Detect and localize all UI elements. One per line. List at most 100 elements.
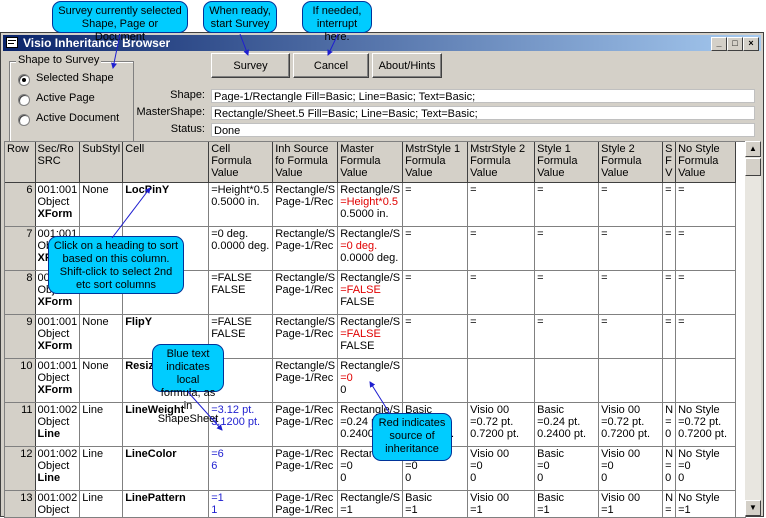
cell-line: FALSE	[211, 328, 270, 340]
grid-cell-ms1: =	[403, 271, 468, 315]
table-row[interactable]: 9001:001ObjectXFormNoneFlipY=FALSEFALSER…	[5, 315, 736, 359]
close-button[interactable]: ×	[743, 37, 759, 51]
cell-line: =	[665, 504, 673, 516]
table-row[interactable]: 10001:001ObjectXFormNoneResizRectangle/S…	[5, 359, 736, 403]
cell-line: =1	[537, 504, 596, 516]
cell-line: =	[665, 184, 673, 196]
cell-line: =	[601, 228, 660, 240]
cell-line: Basic	[405, 492, 465, 504]
grid-cell-s1: Basic=0.24 pt.0.2400 pt.	[535, 403, 599, 447]
grid-cell-inh: Rectangle/SPage-1/Rec	[273, 359, 338, 403]
grid-cell-inh: Page-1/RecPage-1/Rec	[273, 447, 338, 491]
grid-cell-cell: LocPinY	[123, 183, 209, 227]
grid-cell-cf: =FALSEFALSE	[209, 271, 273, 315]
table-row[interactable]: 12001:002ObjectLineLineLineColor=66Page-…	[5, 447, 736, 491]
inheritance-grid[interactable]: RowSec/Ro SRCSubStylCellCell Formula Val…	[4, 141, 746, 518]
minimize-button[interactable]: _	[711, 37, 727, 51]
cell-line: LocPinY	[125, 184, 206, 196]
group-label: Shape to Survey	[16, 54, 101, 66]
column-header[interactable]: Cell	[123, 142, 209, 183]
callout-click-heading: Click on a heading to sort based on this…	[48, 236, 184, 294]
grid-cell-s: =	[663, 315, 676, 359]
grid-cell-inh: Rectangle/SPage-1/Rec	[273, 183, 338, 227]
table-row[interactable]: 13001:002ObjectLineLineLinePattern=11Pag…	[5, 491, 736, 518]
grid-cell-s2: Visio 00=11	[599, 491, 663, 518]
maximize-button[interactable]: □	[727, 37, 743, 51]
column-header[interactable]: S F V	[663, 142, 676, 183]
row-number[interactable]: 8	[5, 271, 35, 315]
cell-line: 001:001	[38, 316, 78, 328]
grid-cell-cf: =Height*0.50.5000 in.	[209, 183, 273, 227]
cell-line: =	[601, 272, 660, 284]
cell-line	[678, 360, 733, 372]
grid-cell-src: 001:002ObjectLine	[35, 447, 80, 491]
column-header[interactable]: Sec/Ro SRC	[35, 142, 80, 183]
grid-cell-cf: =66	[209, 447, 273, 491]
grid-cell-sub: Line	[80, 491, 123, 518]
scroll-thumb[interactable]	[745, 158, 761, 176]
cell-line: =0	[601, 460, 660, 472]
grid-cell-ns: =	[676, 227, 736, 271]
cell-line: 1	[211, 504, 270, 516]
grid-cell-s1: Basic=00	[535, 447, 599, 491]
grid-cell-s2: =	[599, 271, 663, 315]
grid-cell-master: Rectangle/S=0 deg.0.0000 deg.	[338, 227, 403, 271]
grid-cell-ms1: =	[403, 227, 468, 271]
grid-cell-ms2	[468, 359, 535, 403]
column-header[interactable]: SubStyl	[80, 142, 123, 183]
column-header[interactable]: Inh Source fo Formula Value	[273, 142, 338, 183]
grid-cell-ns: =	[676, 315, 736, 359]
cell-line	[537, 360, 596, 372]
row-number[interactable]: 10	[5, 359, 35, 403]
column-header[interactable]: Style 2 Formula Value	[599, 142, 663, 183]
cell-line	[665, 360, 673, 372]
cell-line: =FALSE	[340, 284, 400, 296]
row-number[interactable]: 9	[5, 315, 35, 359]
survey-button[interactable]: Survey	[211, 53, 290, 78]
cell-line: =0	[470, 460, 532, 472]
radio-label: Selected Shape	[36, 72, 114, 84]
cell-line: =0.72 pt.	[601, 416, 660, 428]
cell-line: Rectangle/S	[340, 272, 400, 284]
cell-line: =	[470, 272, 532, 284]
cell-line: =	[470, 316, 532, 328]
cell-line: Rectangle/S	[340, 316, 400, 328]
cell-line: =	[601, 184, 660, 196]
row-number[interactable]: 12	[5, 447, 35, 491]
column-header[interactable]: Cell Formula Value	[209, 142, 273, 183]
scroll-down-icon[interactable]: ▼	[745, 500, 761, 516]
grid-cell-inh: Rectangle/SPage-1/Rec	[273, 271, 338, 315]
column-header[interactable]: MstrStyle 2 Formula Value	[468, 142, 535, 183]
table-row[interactable]: 11001:002ObjectLineLineLineWeight=3.12 p…	[5, 403, 736, 447]
table-row[interactable]: 6001:001ObjectXFormNoneLocPinY=Height*0.…	[5, 183, 736, 227]
about-hints-button[interactable]: About/Hints	[372, 53, 442, 78]
grid-cell-inh: Page-1/RecPage-1/Rec	[273, 403, 338, 447]
grid-cell-s: N=0	[663, 403, 676, 447]
vertical-scrollbar[interactable]: ▲ ▼	[745, 141, 761, 516]
cell-line: =	[665, 228, 673, 240]
row-number[interactable]: 13	[5, 491, 35, 518]
cell-line: =	[665, 416, 673, 428]
cell-line: 0	[340, 384, 400, 396]
row-number[interactable]: 6	[5, 183, 35, 227]
cell-line: N	[665, 448, 673, 460]
cell-line: 001:001	[38, 184, 78, 196]
cell-line: =3.12 pt.	[211, 404, 270, 416]
column-header[interactable]: MstrStyle 1 Formula Value	[403, 142, 468, 183]
column-header[interactable]: Style 1 Formula Value	[535, 142, 599, 183]
cell-line: =Height*0.5	[340, 196, 400, 208]
row-number[interactable]: 11	[5, 403, 35, 447]
column-header[interactable]: Row	[5, 142, 35, 183]
column-header[interactable]: No Style Formula Value	[676, 142, 736, 183]
cell-line: XForm	[38, 340, 78, 352]
column-header[interactable]: Master Formula Value	[338, 142, 403, 183]
scroll-up-icon[interactable]: ▲	[745, 141, 761, 157]
cell-line: =	[665, 316, 673, 328]
cancel-button[interactable]: Cancel	[293, 53, 369, 78]
callout-blue-text: Blue text indicates local formula, as in…	[152, 344, 224, 392]
radio-label: Active Document	[36, 112, 119, 124]
cell-line: =1	[601, 504, 660, 516]
row-number[interactable]: 7	[5, 227, 35, 271]
cell-line: 0.7200 pt.	[601, 428, 660, 440]
cell-line: =0	[537, 460, 596, 472]
